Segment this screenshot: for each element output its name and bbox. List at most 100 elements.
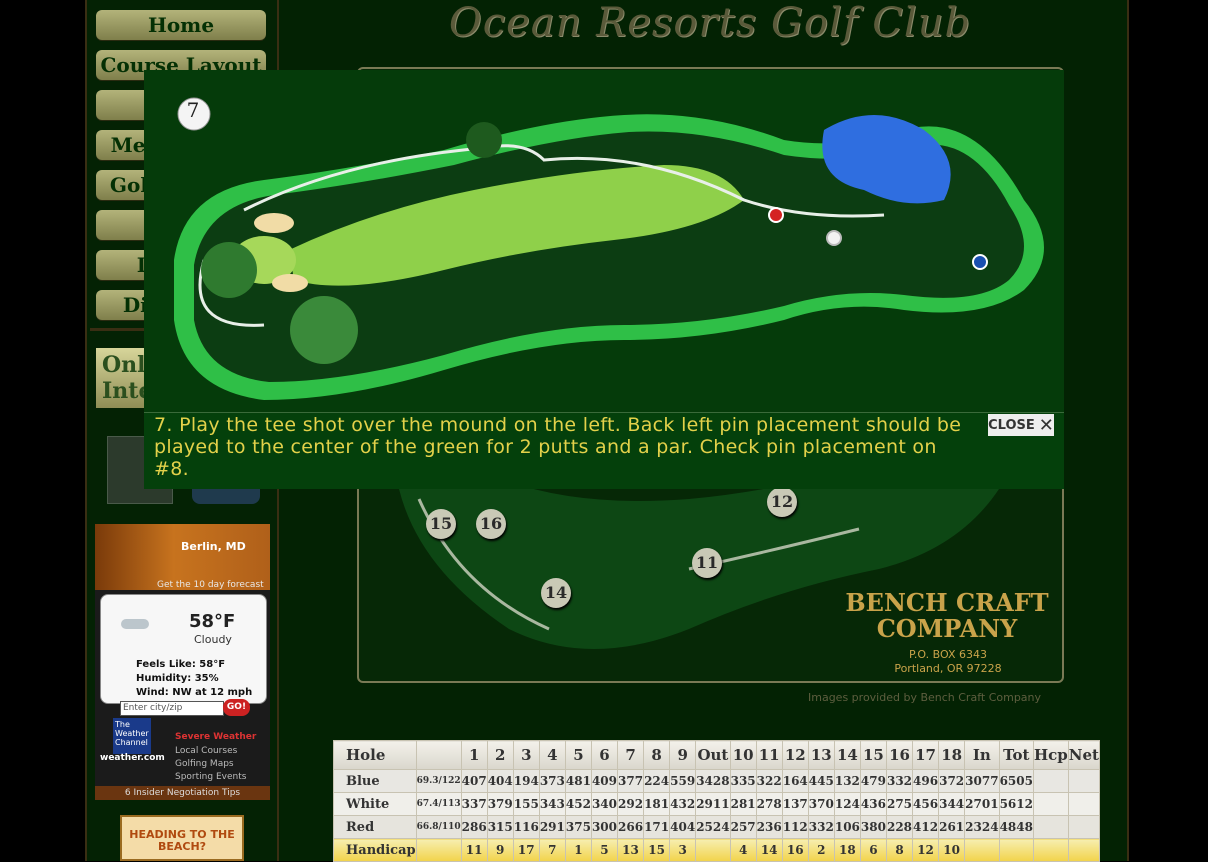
scorecard-header-cell: 2 [486,740,514,770]
scorecard-cell: 261 [938,815,966,839]
weather-condition: Cloudy [194,633,232,646]
scorecard-row-label: Red [333,815,417,839]
scorecard-rating: 67.4/113 [415,792,462,816]
scorecard-row-handicap: Handicap 11 9 17 7 1 5 13 15 3 4 14 16 2 18 6 8 12 10 [333,838,1100,862]
scorecard-cell: 1 [564,838,592,862]
scorecard-header-cell: 14 [833,740,861,770]
scorecard-cell: 17 [512,838,540,862]
weather-link-sporting-events[interactable]: Sporting Events [175,772,246,782]
popup-close-button[interactable]: CLOSE ✕ [988,414,1054,436]
weather-wind: Wind: NW at 12 mph [136,687,253,698]
scorecard-cell: 332 [807,815,835,839]
scorecard-cell: 559 [669,769,697,793]
scorecard-cell [1067,792,1100,816]
scorecard-cell: 12 [912,838,940,862]
scorecard-cell [1032,792,1069,816]
scorecard-cell [1032,815,1069,839]
weather-city: Berlin, MD [181,540,246,553]
bench-craft-line1: BENCH CRAFT [845,588,1049,617]
scorecard-cell [998,838,1034,862]
weather-go-button[interactable]: GO! [223,699,250,716]
scorecard-cell: 106 [833,815,861,839]
scorecard-cell: 380 [859,815,887,839]
scorecard-row-white: White 67.4/113 337 379 155 343 452 340 292 181 432… [333,792,1100,816]
scorecard-cell: 481 [564,769,592,793]
weather-channel-logo[interactable]: The Weather Channel [113,718,151,754]
bench-craft-address: P.O. BOX 6343 Portland, OR 97228 [860,648,1036,676]
scorecard-cell: 2 [807,838,835,862]
scorecard-cell [1067,769,1100,793]
scorecard-cell: 278 [755,792,783,816]
scorecard-header-cell: 11 [755,740,783,770]
scorecard-rating: 66.8/110 [415,815,462,839]
popup-divider [144,412,1064,413]
scorecard-header-cell: 18 [938,740,966,770]
weather-link-golfing-maps[interactable]: Golfing Maps [175,759,234,769]
scorecard-cell: 445 [807,769,835,793]
scorecard-cell: 332 [885,769,914,793]
hole-badge-11[interactable]: 11 [692,548,722,578]
scorecard-cell: 4848 [998,815,1034,839]
beach-ad[interactable]: HEADING TO THE BEACH? [120,815,244,861]
scorecard-cell: 181 [643,792,671,816]
scorecard-cell: 286 [460,815,488,839]
weather-location-input[interactable]: Enter city/zip [120,701,224,716]
scorecard-cell: 2524 [695,815,731,839]
site-title: Ocean Resorts Golf Club [448,0,972,46]
scorecard-header-cell: 1 [460,740,488,770]
scorecard-header-cell: 3 [512,740,540,770]
weather-feels-like: Feels Like: 58°F [136,659,226,670]
hole-badge-16[interactable]: 16 [476,509,506,539]
hole-7-image: 7 [144,70,1064,412]
weather-temp: 58°F [189,611,236,632]
scorecard-cell: 372 [938,769,966,793]
scorecard-cell: 275 [885,792,914,816]
scorecard-cell: 3428 [695,769,731,793]
scorecard-header-cell: 10 [729,740,757,770]
scorecard-header-cell: 5 [564,740,592,770]
bench-craft-address-line2: Portland, OR 97228 [894,662,1002,675]
popup-hole-number-icon: 7 [186,98,200,122]
scorecard-cell: 373 [538,769,566,793]
weather-link-severe[interactable]: Severe Weather [175,732,256,742]
scorecard-header-cell: 12 [781,740,809,770]
scorecard-header-cell: 6 [590,740,619,770]
scorecard-cell: 452 [564,792,592,816]
scorecard-cell: 5 [590,838,619,862]
scorecard-cell: 236 [755,815,783,839]
weather-link-local-courses[interactable]: Local Courses [175,746,237,756]
weather-bottom-link[interactable]: 6 Insider Negotiation Tips [95,786,270,800]
scorecard-cell: 315 [486,815,514,839]
scorecard-header-cell: 4 [538,740,566,770]
bench-craft-address-line1: P.O. BOX 6343 [909,648,987,661]
scorecard-cell: 6505 [998,769,1034,793]
scorecard-cell: 300 [590,815,619,839]
scorecard-cell: 479 [859,769,887,793]
scorecard-cell: 14 [755,838,783,862]
scorecard-cell [1032,838,1069,862]
scorecard-cell: 456 [912,792,940,816]
hole-badge-12[interactable]: 12 [767,487,797,517]
scorecard-header-cell: Net [1067,740,1100,770]
scorecard-cell: 15 [643,838,671,862]
hole-badge-14[interactable]: 14 [541,578,571,608]
scorecard-cell: 3077 [964,769,1000,793]
scorecard-cell: 7 [538,838,566,862]
nav-home-button[interactable]: Home [96,10,266,40]
scorecard-cell: 2701 [964,792,1000,816]
scorecard-cell: 4 [729,838,757,862]
scorecard-cell: 18 [833,838,861,862]
hole-popup: 7 7. Play the tee shot over the mound on… [144,70,1064,489]
scorecard-cell: 340 [590,792,619,816]
scorecard-cell: 224 [643,769,671,793]
scorecard-header-cell: 9 [669,740,697,770]
scorecard-cell: 375 [564,815,592,839]
scorecard-rating [415,838,462,862]
scorecard-cell: 409 [590,769,619,793]
scorecard-header-cell: Tot [998,740,1034,770]
scorecard-header-row: Hole 1 2 3 4 5 6 7 8 9 Out 10 11 12 13 14 15 16 17 18 In Tot H… [333,740,1100,770]
image-credit: Images provided by Bench Craft Company [808,691,1042,704]
scorecard-cell: 124 [833,792,861,816]
weather-ten-day-link[interactable]: Get the 10 day forecast [157,580,264,590]
hole-badge-15[interactable]: 15 [426,509,456,539]
